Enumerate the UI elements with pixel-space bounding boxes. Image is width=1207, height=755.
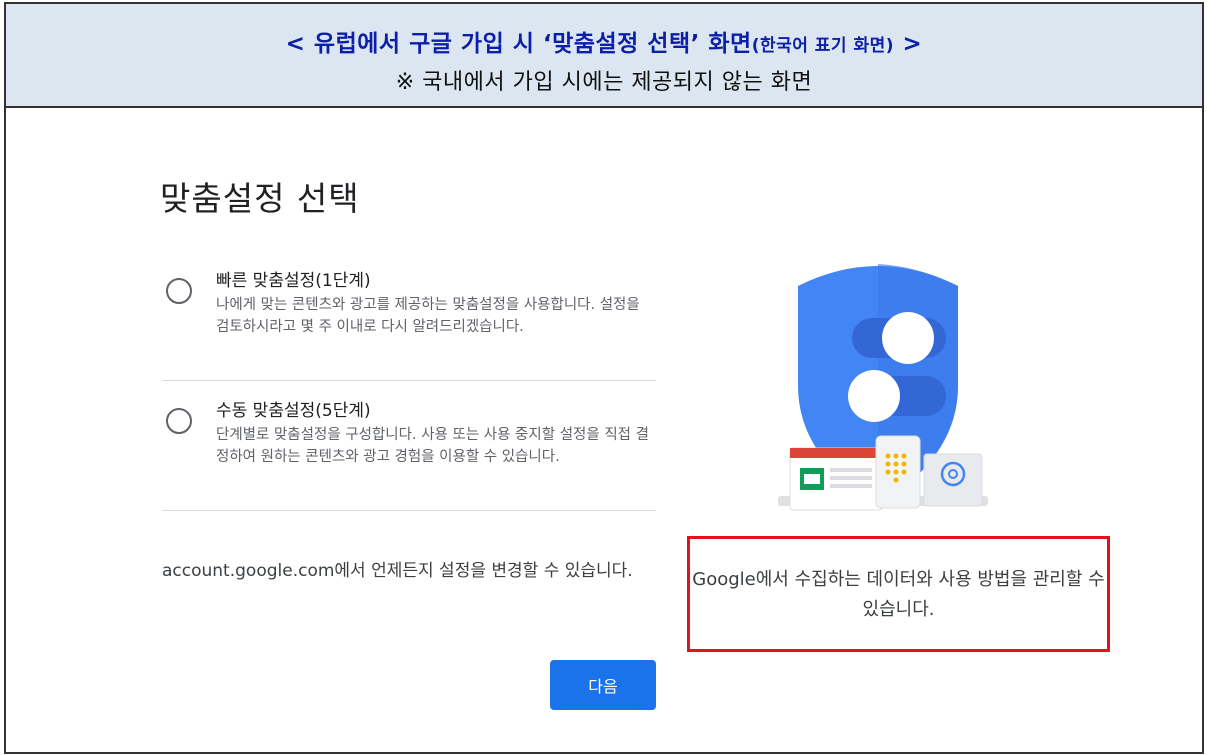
toggle-icon bbox=[852, 312, 946, 364]
email-at-icon bbox=[923, 453, 983, 507]
option-description: 단계별로 맞춤설정을 구성합니다. 사용 또는 사용 중지할 설정을 직접 결정… bbox=[216, 427, 649, 465]
header-title-main: < 유럽에서 구글 가입 시 ‘맞춤설정 선택’ 화면 bbox=[285, 31, 752, 57]
option-description: 나에게 맞는 콘텐츠와 광고를 제공하는 맞춤설정을 사용합니다. 설정을 검토… bbox=[216, 297, 640, 335]
divider bbox=[162, 380, 656, 381]
toggle-icon bbox=[848, 370, 946, 422]
annotation-header: < 유럽에서 구글 가입 시 ‘맞춤설정 선택’ 화면(한국어 표기 화면) >… bbox=[6, 4, 1202, 108]
page-title: 맞춤설정 선택 bbox=[160, 179, 360, 218]
radio-quick[interactable] bbox=[166, 278, 192, 304]
phone-keypad-icon bbox=[875, 435, 921, 509]
option-title: 수동 맞춤설정(5단계) bbox=[216, 401, 371, 421]
privacy-illustration bbox=[778, 264, 988, 511]
caption-highlight-box: Google에서 수집하는 데이터와 사용 방법을 관리할 수 있습니다. bbox=[687, 536, 1110, 652]
browser-window-icon bbox=[789, 447, 883, 511]
header-title: < 유럽에서 구글 가입 시 ‘맞춤설정 선택’ 화면(한국어 표기 화면) > bbox=[6, 24, 1202, 58]
header-subtitle: ※ 국내에서 가입 시에는 제공되지 않는 화면 bbox=[395, 70, 813, 95]
next-button[interactable]: 다음 bbox=[550, 660, 656, 710]
header-title-end: > bbox=[894, 31, 923, 57]
divider bbox=[162, 510, 656, 511]
screenshot-frame: < 유럽에서 구글 가입 시 ‘맞춤설정 선택’ 화면(한국어 표기 화면) >… bbox=[4, 2, 1204, 754]
header-title-note: (한국어 표기 화면) bbox=[751, 36, 895, 56]
option-title: 빠른 맞춤설정(1단계) bbox=[216, 271, 371, 291]
illustration-caption: Google에서 수집하는 데이터와 사용 방법을 관리할 수 있습니다. bbox=[692, 569, 1105, 620]
settings-footnote: account.google.com에서 언제든지 설정을 변경할 수 있습니다… bbox=[162, 561, 633, 581]
radio-manual[interactable] bbox=[166, 408, 192, 434]
